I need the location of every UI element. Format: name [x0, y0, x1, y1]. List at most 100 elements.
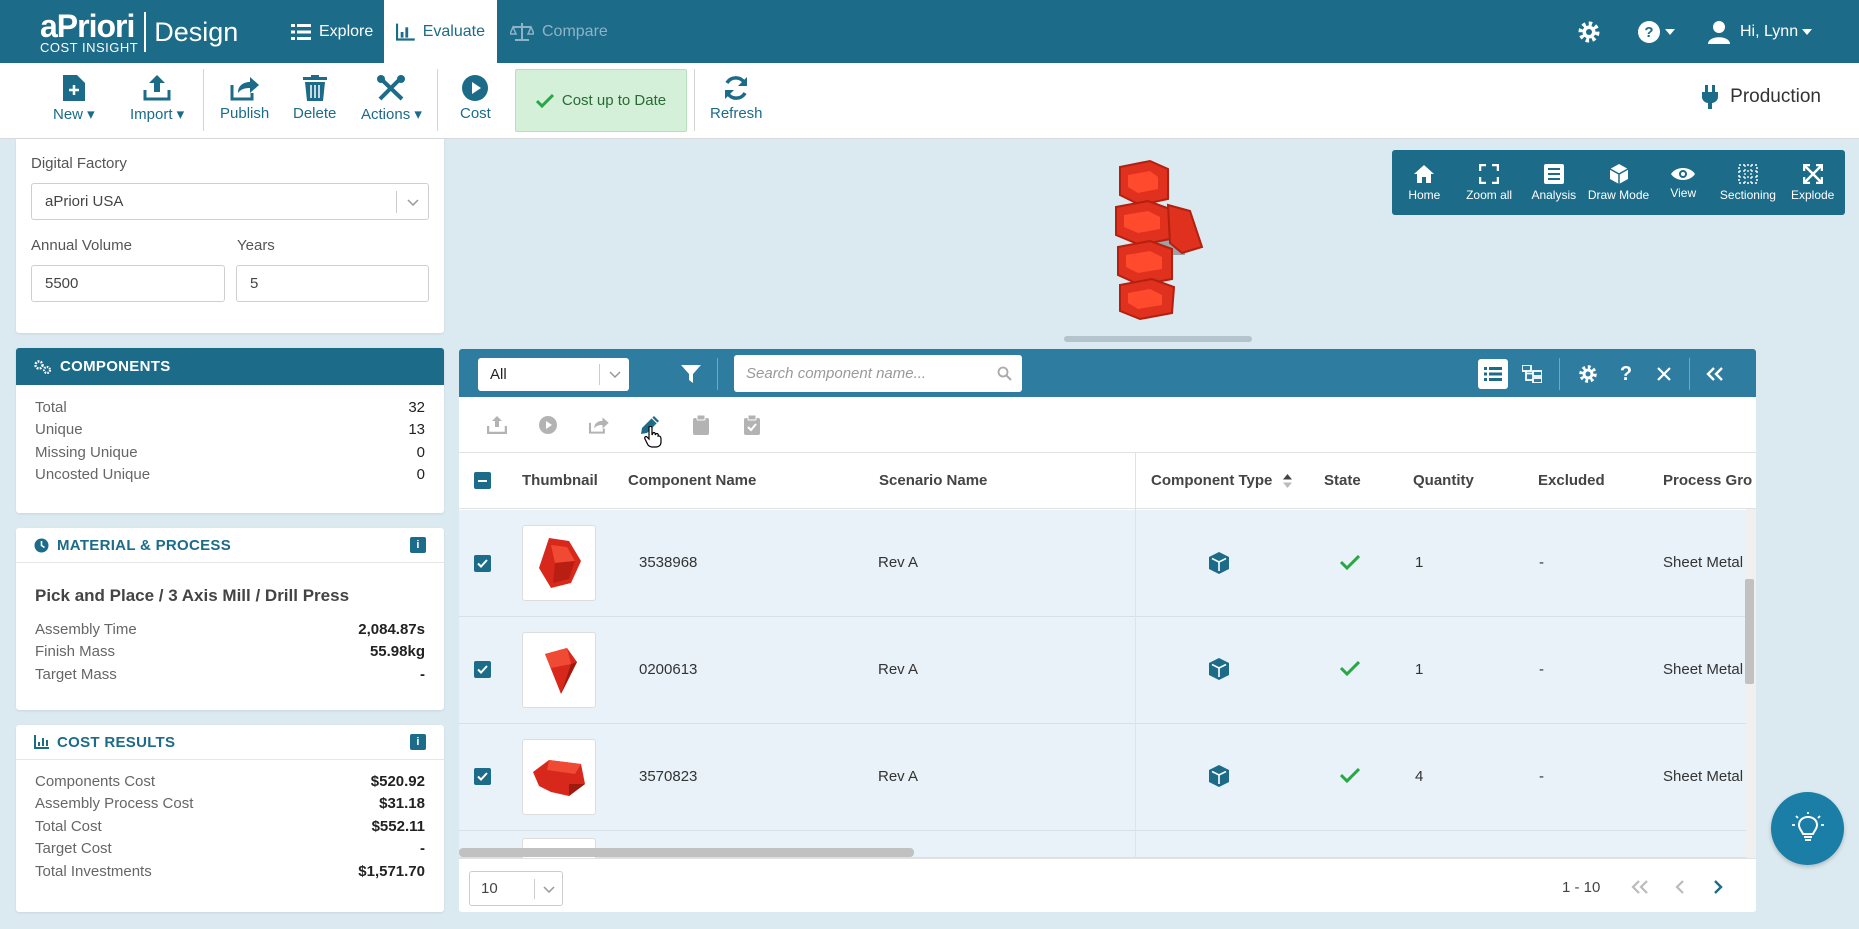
tab-compare-label: Compare [542, 22, 608, 40]
digital-factory-value: aPriori USA [45, 193, 124, 210]
cost-status-badge: Cost up to Date [515, 69, 687, 132]
refresh-button[interactable]: Refresh [710, 75, 763, 122]
actions-button[interactable]: Actions ▾ [361, 75, 422, 123]
caret-down-icon [1665, 28, 1675, 35]
cost-results-title: COST RESULTS [57, 733, 176, 751]
clipboard-action-button[interactable] [690, 414, 712, 436]
part-cube-icon [1209, 765, 1229, 787]
cogs-icon [34, 359, 52, 374]
table-row[interactable]: 0200613 Rev A 1 - Sheet Metal [459, 617, 1746, 724]
column-header[interactable]: Process Gro [1663, 472, 1752, 489]
column-header[interactable]: Excluded [1538, 472, 1605, 489]
first-page-button[interactable] [1629, 876, 1651, 898]
years-value: 5 [250, 275, 259, 292]
component-name[interactable]: 0200613 [639, 661, 697, 678]
column-header[interactable]: State [1324, 472, 1361, 489]
gear-icon [1578, 21, 1600, 42]
help-menu[interactable]: ? [1637, 0, 1675, 63]
digital-factory-select[interactable]: aPriori USA [31, 183, 429, 220]
row-checkbox[interactable] [474, 555, 491, 572]
grid-pagination: 10 1 - 10 [459, 858, 1756, 912]
column-header[interactable]: Component Type [1151, 472, 1292, 489]
settings-button[interactable] [1577, 0, 1601, 63]
viewer-toolbar: Home Zoom all Analysis Draw Mode View Se… [1392, 150, 1845, 215]
filter-select[interactable]: All [478, 358, 629, 391]
component-name[interactable]: 3570823 [639, 768, 697, 785]
home-view-button[interactable]: Home [1392, 150, 1457, 215]
tab-evaluate-label: Evaluate [422, 22, 485, 40]
tree-view-button[interactable] [1517, 359, 1547, 389]
upload-action-button[interactable] [486, 414, 508, 436]
explode-button[interactable]: Explode [1780, 150, 1845, 215]
publish-action-button[interactable] [588, 414, 610, 436]
cost-action-button[interactable] [537, 414, 559, 436]
search-icon [997, 366, 1012, 381]
user-menu[interactable]: Hi, Lynn [1708, 0, 1813, 63]
delete-button[interactable]: Delete [293, 75, 336, 122]
info-icon[interactable]: i [410, 734, 426, 750]
table-row[interactable]: 3570823 Rev A 4 - Sheet Metal [459, 724, 1746, 831]
zoom-all-button[interactable]: Zoom all [1457, 150, 1522, 215]
upload-icon [487, 416, 507, 434]
chevron-down-icon [396, 191, 428, 213]
logo-product: Design [154, 16, 239, 47]
quantity-cell: 1 [1415, 554, 1424, 571]
collapse-panel-button[interactable] [1700, 359, 1730, 389]
row-checkbox[interactable] [474, 768, 491, 785]
grid-horizontal-scrollbar[interactable] [459, 848, 914, 857]
grid-settings-button[interactable] [1573, 359, 1603, 389]
column-header[interactable]: Thumbnail [522, 472, 598, 489]
draw-mode-button[interactable]: Draw Mode [1586, 150, 1651, 215]
grid-help-button[interactable]: ? [1611, 359, 1641, 389]
ideas-help-button[interactable] [1771, 792, 1844, 865]
stat-row: Assembly Time 2,084.87s [35, 620, 425, 638]
tab-compare[interactable]: Compare [498, 0, 620, 63]
clipboard-check-action-button[interactable] [741, 414, 763, 436]
new-button[interactable]: New ▾ [53, 75, 95, 123]
list-view-button[interactable] [1478, 359, 1508, 389]
import-button[interactable]: Import ▾ [130, 75, 184, 123]
component-search-input[interactable]: Search component name... [734, 355, 1022, 392]
scenario-name[interactable]: Rev A [878, 768, 918, 785]
previous-page-button[interactable] [1669, 876, 1691, 898]
tab-explore[interactable]: Explore [279, 0, 385, 63]
cost-button[interactable]: Cost [460, 75, 491, 122]
select-all-checkbox[interactable] [474, 472, 491, 489]
stat-row: Unique 13 [35, 421, 425, 439]
annual-volume-input[interactable]: 5500 [31, 265, 225, 302]
sectioning-button[interactable]: Sectioning [1716, 150, 1781, 215]
clipboard-icon [693, 415, 709, 435]
close-grid-button[interactable] [1649, 359, 1679, 389]
deployment-indicator[interactable]: Production [1702, 85, 1821, 109]
upload-icon [143, 75, 171, 101]
assembly-3d-model[interactable] [1110, 155, 1210, 325]
share-icon [230, 77, 259, 101]
row-checkbox[interactable] [474, 661, 491, 678]
scenario-name[interactable]: Rev A [878, 554, 918, 571]
next-page-button[interactable] [1707, 876, 1729, 898]
column-header[interactable]: Component Name [628, 472, 756, 489]
logo-brand: aPriori [40, 8, 135, 44]
info-icon[interactable]: i [410, 537, 426, 553]
cost-results-panel: COST RESULTS i Components Cost $520.92 As… [16, 725, 444, 912]
annual-volume-label: Annual Volume [31, 237, 132, 254]
component-name[interactable]: 3538968 [639, 554, 697, 571]
publish-button[interactable]: Publish [220, 75, 269, 122]
logo-sub: COST INSIGHT [40, 40, 139, 55]
analysis-button[interactable]: Analysis [1521, 150, 1586, 215]
app-logo[interactable]: aPriori COST INSIGHT Design [40, 10, 238, 54]
page-size-select[interactable]: 10 [469, 871, 563, 906]
digital-factory-label: Digital Factory [31, 155, 127, 172]
main-toolbar: New ▾ Import ▾ Publish Delete Actions ▾ … [0, 63, 1859, 139]
filter-button[interactable] [676, 359, 706, 389]
tab-evaluate[interactable]: Evaluate [384, 0, 497, 63]
grid-scroll-thumb[interactable] [1745, 579, 1754, 684]
table-row[interactable]: 3538968 Rev A 1 - Sheet Metal [459, 510, 1746, 617]
view-button[interactable]: View [1651, 150, 1716, 215]
column-header[interactable]: Scenario Name [879, 472, 987, 489]
column-header[interactable]: Quantity [1413, 472, 1474, 489]
viewer-scrollbar[interactable] [1064, 336, 1252, 342]
years-input[interactable]: 5 [236, 265, 429, 302]
scenario-name[interactable]: Rev A [878, 661, 918, 678]
cube-icon [1609, 163, 1628, 184]
